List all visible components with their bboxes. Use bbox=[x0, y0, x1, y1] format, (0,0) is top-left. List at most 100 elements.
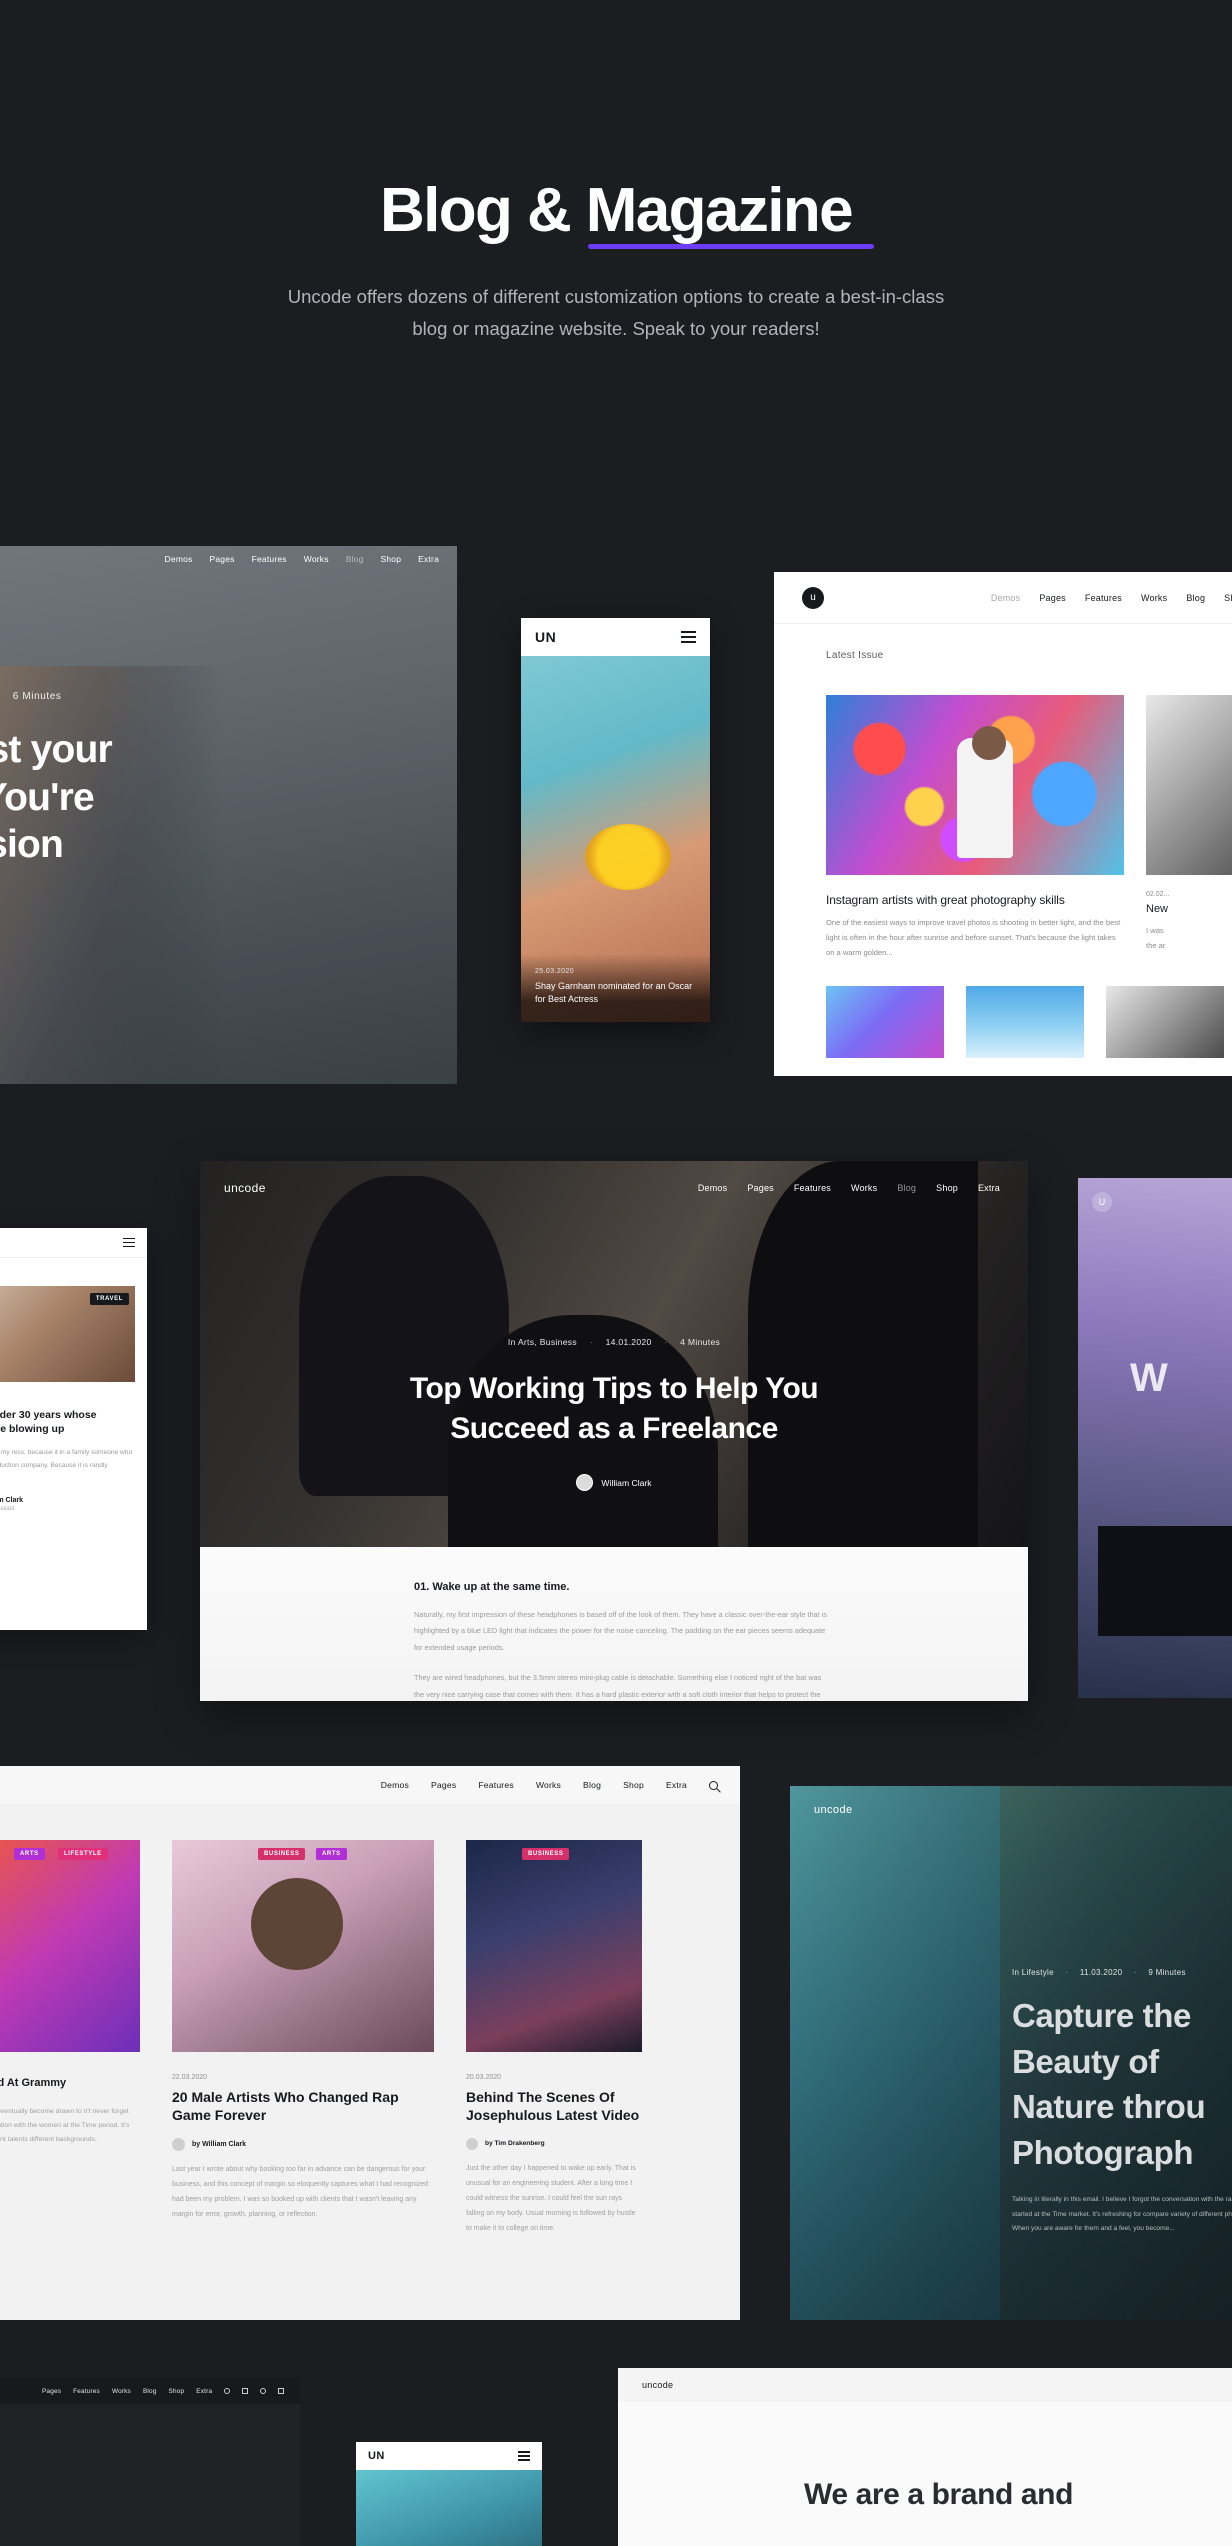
card-body: Just the other day I happened to wake up… bbox=[466, 2164, 636, 2233]
mockup-grid[interactable]: Demos Pages Features Works Blog Shop Ext… bbox=[0, 1766, 740, 2320]
nav-item-blog[interactable]: Blog bbox=[583, 1780, 601, 1790]
freelance-nav[interactable]: Demos Pages Features Works Blog Shop Ext… bbox=[698, 1183, 1000, 1193]
mockup-article-dark[interactable]: Demos Pages Features Works Blog Shop Ext… bbox=[0, 546, 457, 1084]
search-icon[interactable] bbox=[224, 2388, 231, 2394]
nav-item-demos[interactable]: Demos bbox=[381, 1780, 409, 1790]
magazine-side-date: 02.02... bbox=[1146, 891, 1170, 898]
grid-card[interactable]: BUSINESS ARTS 22.03.2020 20 Male Artists… bbox=[172, 1840, 434, 2236]
nav-item-shop[interactable]: Shop bbox=[1224, 593, 1232, 603]
nav-item-works[interactable]: Works bbox=[1141, 593, 1167, 603]
card-tag-business[interactable]: BUSINESS bbox=[522, 1848, 570, 1860]
article-title-line-2: when You're bbox=[0, 775, 95, 819]
card-author[interactable]: by William Clark bbox=[0, 1497, 23, 1504]
avatar bbox=[576, 1474, 594, 1492]
nav-item-demos[interactable]: Demos bbox=[991, 593, 1021, 603]
nav-item-features[interactable]: Features bbox=[478, 1780, 514, 1790]
card-tag-travel[interactable]: TRAVEL bbox=[89, 1293, 129, 1305]
card-author[interactable]: by William Clark bbox=[192, 2141, 246, 2148]
hamburger-icon[interactable] bbox=[681, 631, 696, 643]
mockup-capture[interactable]: uncode In Lifestyle · 11.03.2020 · 9 Min… bbox=[790, 1786, 1232, 2320]
card-tag-arts[interactable]: ARTS bbox=[316, 1848, 347, 1860]
grid-card[interactable]: BUSINESS 20.03.2020 Behind The Scenes Of… bbox=[466, 1840, 642, 2236]
hamburger-icon[interactable] bbox=[123, 1237, 135, 1248]
search-icon[interactable] bbox=[709, 1780, 721, 1794]
capture-logo[interactable]: uncode bbox=[814, 1804, 853, 1816]
dusk-logo[interactable]: U bbox=[1092, 1192, 1112, 1212]
mockup-footer-left[interactable]: Pages Features Works Blog Shop Extra bbox=[0, 2378, 300, 2546]
freelance-logo[interactable]: uncode bbox=[224, 1181, 266, 1195]
mockup-dusk[interactable]: U W bbox=[1078, 1178, 1232, 1698]
magazine-side-title[interactable]: New bbox=[1146, 903, 1232, 915]
phone-logo[interactable]: UN bbox=[535, 629, 556, 645]
article-readtime: 6 Minutes bbox=[12, 691, 62, 702]
page-title-plain: Blog & bbox=[379, 176, 586, 245]
card-tag-business[interactable]: BUSINESS bbox=[258, 1848, 306, 1860]
mockup-card-travel[interactable]: TRAVEL 25.03.2020 5 stars under 30 years… bbox=[0, 1228, 147, 1630]
card-date: 25.03.2020 bbox=[0, 1396, 135, 1403]
nav-item-pages[interactable]: Pages bbox=[431, 1780, 456, 1790]
nav-item-works[interactable]: Works bbox=[304, 554, 329, 564]
nav-item-shop[interactable]: Shop bbox=[381, 554, 402, 564]
grid-icon[interactable] bbox=[278, 2388, 285, 2394]
mockup-freelance[interactable]: uncode Demos Pages Features Works Blog S… bbox=[200, 1161, 1028, 1701]
card-title[interactable]: 5 stars under 30 years whose careers are… bbox=[0, 1408, 135, 1437]
nav-item-demos[interactable]: Demos bbox=[698, 1183, 728, 1193]
magazine-side-excerpt-2: the ar bbox=[1146, 940, 1166, 950]
nav-item-extra[interactable]: Extra bbox=[978, 1183, 1000, 1193]
hamburger-icon[interactable] bbox=[518, 2451, 530, 2461]
capture-title-line-2: Beauty of bbox=[1012, 2042, 1159, 2080]
card-title[interactable]: 20 Male Artists Who Changed Rap Game For… bbox=[172, 2088, 434, 2125]
mockup-nav[interactable]: Demos Pages Features Works Blog Shop Ext… bbox=[0, 554, 439, 564]
nav-item-pages[interactable]: Pages bbox=[1039, 593, 1066, 603]
capture-title-line-1: Capture the bbox=[1012, 1997, 1191, 2034]
nav-links[interactable]: Demos Pages Features Works Blog Shop Ext… bbox=[165, 554, 439, 564]
card-title[interactable]: Behind The Scenes Of Josephulous Latest … bbox=[466, 2088, 642, 2125]
user-icon[interactable] bbox=[260, 2388, 267, 2394]
nav-item-demos[interactable]: Demos bbox=[165, 554, 193, 564]
page-title-highlight: Magazine bbox=[585, 176, 875, 250]
card-title[interactable]: minated At Grammy bbox=[0, 2076, 140, 2091]
nav-item-shop[interactable]: Shop bbox=[623, 1780, 644, 1790]
nav-item-pages[interactable]: Pages bbox=[42, 2388, 61, 2395]
nav-item-works[interactable]: Works bbox=[851, 1183, 877, 1193]
card-tag-arts[interactable]: ARTS bbox=[14, 1848, 45, 1860]
mockup-footer-right[interactable]: uncode Menu We are a brand and bbox=[618, 2368, 1232, 2546]
magazine-logo[interactable]: u bbox=[802, 586, 824, 609]
nav-item-works[interactable]: Works bbox=[536, 1780, 561, 1790]
nav-item-extra[interactable]: Extra bbox=[196, 2388, 212, 2395]
capture-title-line-3: Nature throu bbox=[1012, 2088, 1206, 2126]
footer-phone-logo[interactable]: UN bbox=[368, 2450, 385, 2462]
nav-item-pages[interactable]: Pages bbox=[209, 554, 234, 564]
freelance-body-heading: 01. Wake up at the same time. bbox=[414, 1581, 570, 1593]
nav-item-features[interactable]: Features bbox=[73, 2388, 100, 2395]
nav-item-works[interactable]: Works bbox=[112, 2388, 131, 2395]
card-tag-lifestyle[interactable]: LIFESTYLE bbox=[58, 1848, 108, 1860]
nav-item-blog[interactable]: Blog bbox=[897, 1183, 916, 1193]
mockup-footer-phone[interactable]: UN bbox=[356, 2442, 542, 2546]
card-date: 22.03.2020 bbox=[172, 2074, 208, 2081]
phone-caption: 25.03.2020 Shay Garnham nominated for an… bbox=[521, 954, 710, 1022]
card-author[interactable]: by Tim Drakenberg bbox=[485, 2140, 545, 2147]
mockup-phone[interactable]: UN 25.03.2020 Shay Garnham nominated for… bbox=[521, 618, 710, 1022]
nav-item-features[interactable]: Features bbox=[252, 554, 287, 564]
nav-item-pages[interactable]: Pages bbox=[747, 1183, 774, 1193]
freelance-body-p2: They are wired headphones, but the 3.5mm… bbox=[414, 1673, 822, 1699]
nav-item-extra[interactable]: Extra bbox=[418, 554, 439, 564]
footer-left-nav[interactable]: Pages Features Works Blog Shop Extra bbox=[42, 2388, 285, 2395]
magazine-nav[interactable]: Demos Pages Features Works Blog Shop bbox=[991, 593, 1232, 603]
freelance-author[interactable]: William Clark bbox=[601, 1478, 651, 1488]
nav-item-blog[interactable]: Blog bbox=[1186, 593, 1205, 603]
nav-item-extra[interactable]: Extra bbox=[666, 1780, 687, 1790]
nav-item-shop[interactable]: Shop bbox=[936, 1183, 958, 1193]
footer-right-logo[interactable]: uncode bbox=[642, 2380, 673, 2390]
nav-item-blog[interactable]: Blog bbox=[143, 2388, 157, 2395]
nav-item-blog[interactable]: Blog bbox=[346, 554, 364, 564]
nav-item-features[interactable]: Features bbox=[1085, 593, 1122, 603]
cart-icon[interactable] bbox=[242, 2388, 249, 2394]
mockup-magazine[interactable]: u Demos Pages Features Works Blog Shop L… bbox=[774, 572, 1232, 1076]
magazine-feature-title[interactable]: Instagram artists with great photography… bbox=[826, 893, 1124, 907]
grid-card[interactable]: ARTS LIFESTYLE minated At Grammy a time,… bbox=[0, 1840, 140, 2236]
nav-item-shop[interactable]: Shop bbox=[169, 2388, 185, 2395]
nav-item-features[interactable]: Features bbox=[794, 1183, 831, 1193]
grid-nav[interactable]: Demos Pages Features Works Blog Shop Ext… bbox=[381, 1780, 721, 1794]
